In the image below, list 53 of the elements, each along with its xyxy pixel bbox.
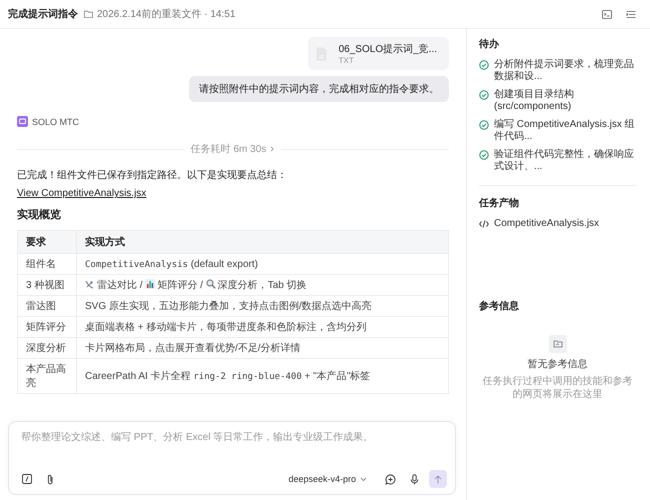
table-cell: 雷达对比 / 矩阵评分 / 深度分析，Tab 切换 <box>76 274 448 296</box>
empty-folder-icon <box>548 335 566 353</box>
todo-title: 待办 <box>479 38 500 51</box>
agent-avatar-icon <box>17 116 28 127</box>
arrow-up-icon <box>434 474 442 484</box>
attachment-card[interactable]: 06_SOLO提示词_竞... TXT <box>308 37 449 70</box>
terminal-icon[interactable] <box>602 10 612 18</box>
slash-command-icon[interactable] <box>22 474 32 484</box>
references-title: 参考信息 <box>479 300 520 313</box>
chat-bubble-icon[interactable] <box>385 474 396 484</box>
agent-name: SOLO MTC <box>32 116 80 126</box>
search-icon <box>206 279 216 289</box>
table-cell: 桌面端表格 + 移动端卡片，每项带进度条和色阶标注，含均分列 <box>76 316 448 338</box>
table-cell: 本产品高亮 <box>18 358 76 394</box>
caret-icon <box>360 476 367 482</box>
section-heading: 实现概览 <box>17 208 61 222</box>
table-header-cell: 要求 <box>18 230 76 254</box>
folder-path: 2026.2.14前的重装文件 · 14:51 <box>97 8 236 21</box>
todo-item: 创建项目目录结构 (src/components) <box>494 89 575 113</box>
todo-item: 编写 CompetitiveAnalysis.jsx 组件代码... <box>494 119 636 143</box>
table-header-cell: 实现方式 <box>76 230 448 254</box>
table-cell: SVG 原生实现，五边形能力叠加，支持点击图例/数据点选中高亮 <box>76 296 448 316</box>
reply-text: 已完成！组件文件已保存到指定路径。以下是实现要点总结： <box>17 168 287 182</box>
window-title: 完成提示词指令 <box>8 7 78 21</box>
bar-chart-icon <box>145 279 156 289</box>
list-icon[interactable] <box>626 10 636 18</box>
todo-item: 验证组件代码完整性，确保响应式设计、... <box>494 149 635 173</box>
todo-item: 分析附件提示词要求，梳理竞品数据和设... <box>494 59 635 83</box>
user-message: 请按照附件中的提示词内容，完成相对应的指令要求。 <box>189 76 449 102</box>
table-cell: 矩阵评分 <box>18 316 76 338</box>
satellite-dish-icon <box>85 279 95 289</box>
message-input[interactable]: 帮你整理论文综述、编写 PPT、分析 Excel 等日常工作，输出专业级工作成果。 deepseek-v4-pro <box>8 421 456 495</box>
code-icon <box>479 220 489 228</box>
chevron-right-icon <box>270 146 276 152</box>
outputs-title: 任务产物 <box>479 196 520 210</box>
attachment-name: 06_SOLO提示词_竞... <box>338 42 437 56</box>
table-cell: 雷达图 <box>18 296 76 316</box>
empty-state-title: 暂无参考信息 <box>528 358 588 371</box>
table-cell: 组件名 <box>18 254 76 274</box>
send-button[interactable] <box>429 470 447 488</box>
table-cell: 3 种视图 <box>18 274 76 296</box>
microphone-icon[interactable] <box>410 474 419 484</box>
folder-icon <box>84 10 93 18</box>
model-dropdown[interactable]: deepseek-v4-pro <box>288 474 367 484</box>
table-cell: 深度分析 <box>18 338 76 358</box>
attachment-type: TXT <box>338 56 355 65</box>
table-cell: 卡片网格布局，点击展开查看优势/不足/分析详情 <box>76 338 448 358</box>
table-cell: CompetitiveAnalysis (default export) <box>76 254 448 274</box>
file-link[interactable]: View CompetitiveAnalysis.jsx <box>17 188 146 199</box>
empty-state-text: 任务执行过程中调用的技能和参考的网页将展示在这里 <box>482 375 634 401</box>
paperclip-icon[interactable] <box>46 474 55 484</box>
table-cell: CareerPath AI 卡片全程 ring-2 ring-blue-400 + "本产品"标签 <box>76 358 448 394</box>
output-file-link[interactable]: CompetitiveAnalysis.jsx <box>494 218 600 229</box>
